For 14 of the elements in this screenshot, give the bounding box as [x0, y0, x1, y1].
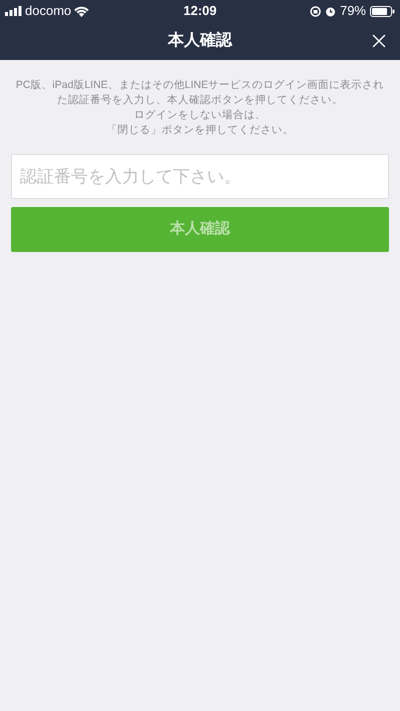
- instruction-text: ログインをしない場合は、: [134, 108, 266, 123]
- orientation-lock-icon: [310, 6, 321, 16]
- page-title: 本人確認: [168, 30, 232, 51]
- instruction-text: た認証番号を入力し、本人確認ボタンを押してください。: [57, 93, 343, 108]
- code-field[interactable]: 認証番号を入力して下さい。: [11, 154, 389, 199]
- instruction-text: PC版、iPad版LINE、またはその他LINEサービスのログイン画面に表示され: [16, 78, 384, 93]
- wifi-icon: [74, 6, 90, 16]
- instruction-text: 「閉じる」ボタンを押してください。: [106, 123, 294, 138]
- clock-time: 12:09: [183, 2, 217, 20]
- battery-percent: 79%: [340, 2, 366, 20]
- signal-icon: [5, 6, 22, 16]
- carrier-name: docomo: [25, 2, 72, 20]
- alarm-icon: [324, 6, 336, 16]
- battery-icon: [370, 6, 395, 16]
